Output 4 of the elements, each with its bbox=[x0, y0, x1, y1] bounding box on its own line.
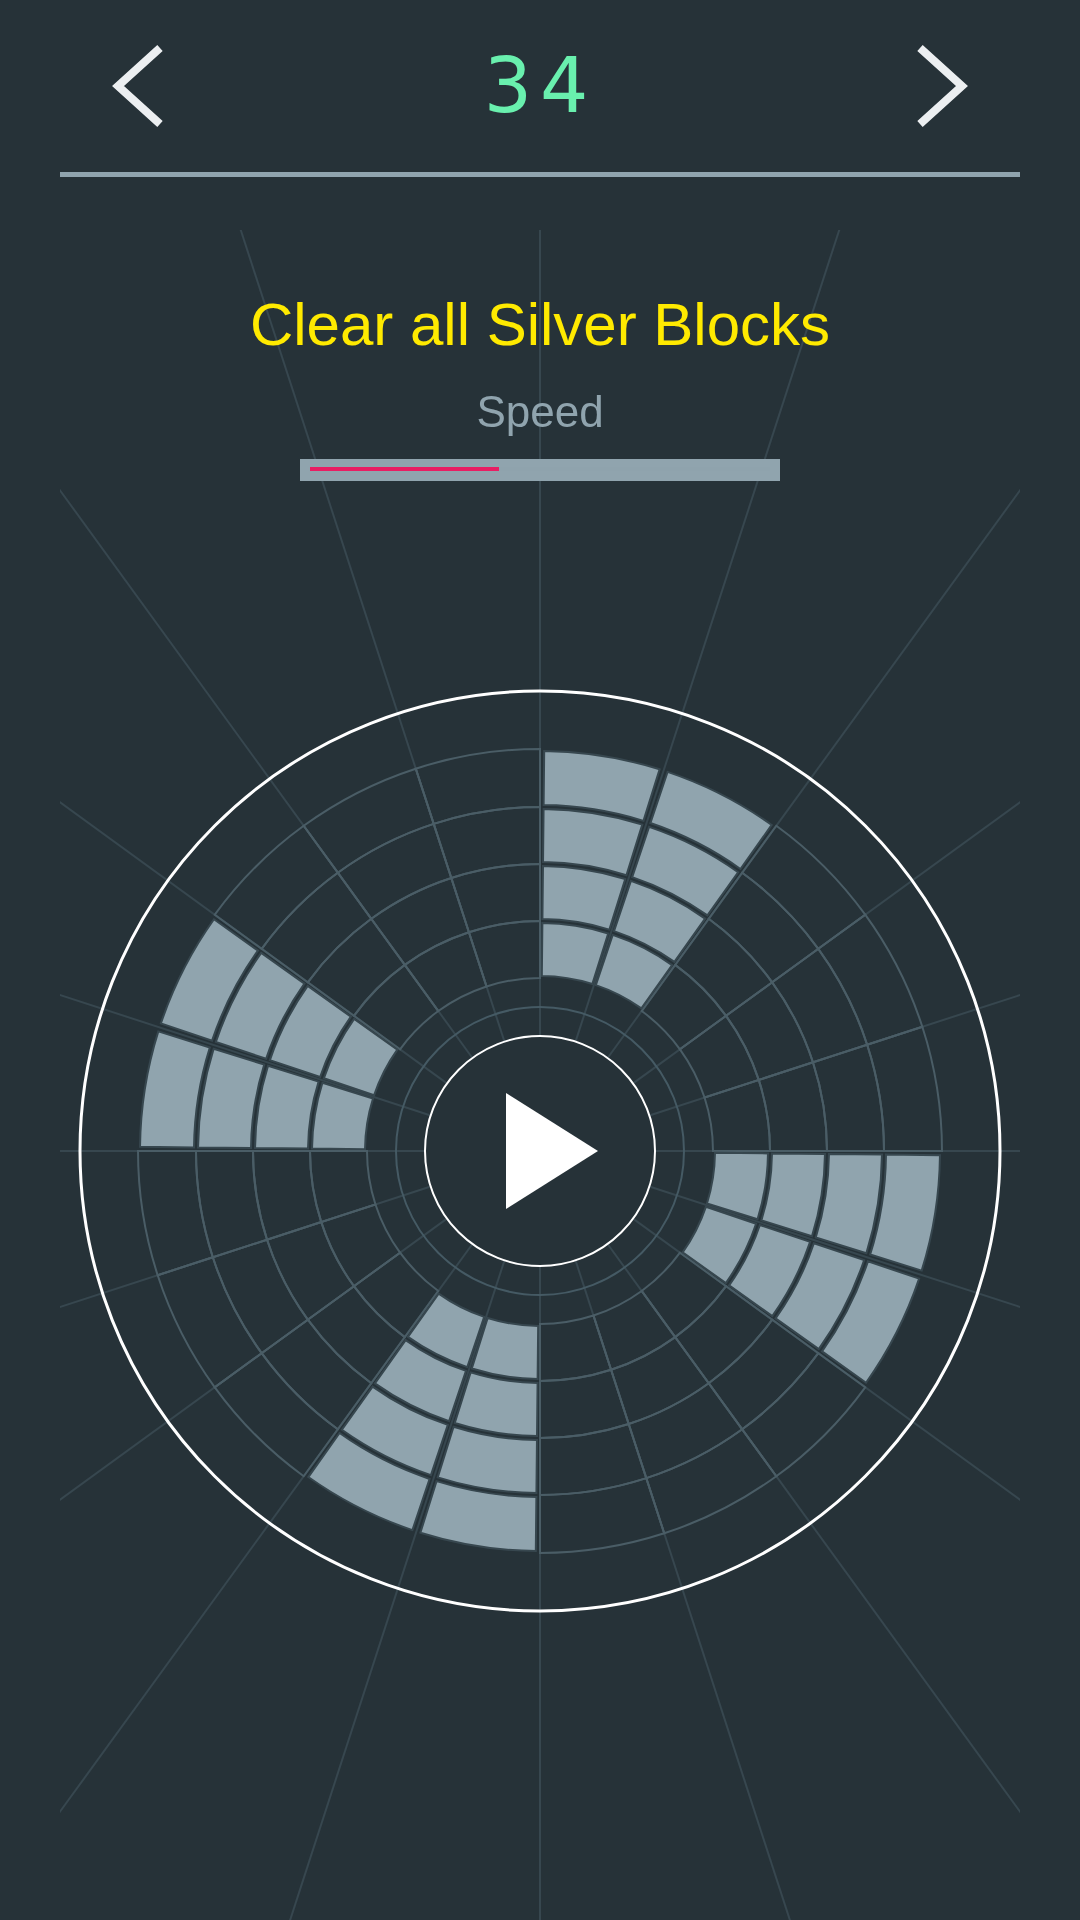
goal-title: Clear all Silver Blocks bbox=[249, 290, 831, 360]
speed-label: Speed bbox=[476, 387, 604, 437]
level-number: 34 bbox=[483, 41, 597, 131]
play-button[interactable] bbox=[424, 1035, 656, 1267]
